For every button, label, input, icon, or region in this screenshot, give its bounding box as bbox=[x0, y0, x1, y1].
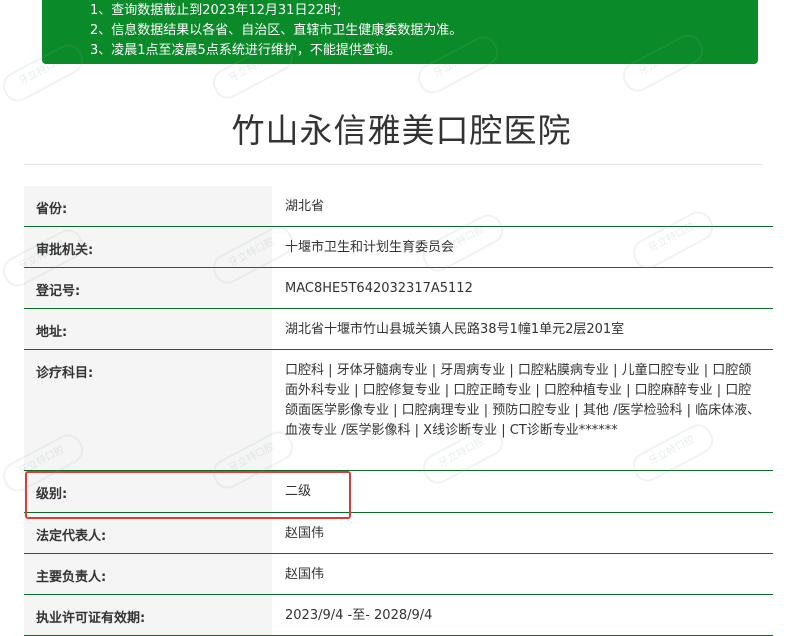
row-address: 地址: 湖北省十堰市竹山县城关镇人民路38号1幢1单元2层201室 bbox=[24, 309, 773, 350]
grade-highlight-box bbox=[25, 471, 351, 519]
value-main-person-in-charge: 赵国伟 bbox=[285, 567, 325, 582]
row-legal-representative: 法定代表人: 赵国伟 bbox=[24, 513, 773, 554]
value-registration-number: MAC8HE5T642032317A5112 bbox=[285, 281, 473, 296]
notice-line-2: 2、信息数据结果以各省、自治区、直辖市卫生健康委数据为准。 bbox=[90, 23, 463, 38]
notice-line-3: 3、凌晨1点至凌晨5点系统进行维护，不能提供查询。 bbox=[90, 43, 401, 58]
label-legal-representative: 法定代表人: bbox=[24, 513, 272, 553]
page-title: 竹山永信雅美口腔医院 bbox=[231, 111, 572, 150]
label-address: 地址: bbox=[24, 309, 272, 349]
value-address: 湖北省十堰市竹山县城关镇人民路38号1幢1单元2层201室 bbox=[285, 322, 625, 337]
label-province: 省份: bbox=[24, 186, 272, 226]
label-main-person-in-charge: 主要负责人: bbox=[24, 554, 272, 594]
row-license-validity: 执业许可证有效期: 2023/9/4 -至- 2028/9/4 bbox=[24, 595, 773, 636]
title-divider bbox=[24, 164, 762, 165]
notice-line-1: 1、查询数据截止到2023年12月31日22时; bbox=[90, 3, 342, 18]
value-license-validity: 2023/9/4 -至- 2028/9/4 bbox=[285, 608, 433, 623]
row-province: 省份: 湖北省 bbox=[24, 186, 773, 227]
label-license-validity: 执业许可证有效期: bbox=[24, 595, 272, 635]
value-legal-representative: 赵国伟 bbox=[285, 526, 325, 541]
row-main-person-in-charge: 主要负责人: 赵国伟 bbox=[24, 554, 773, 595]
row-registration-number: 登记号: MAC8HE5T642032317A5112 bbox=[24, 268, 773, 309]
